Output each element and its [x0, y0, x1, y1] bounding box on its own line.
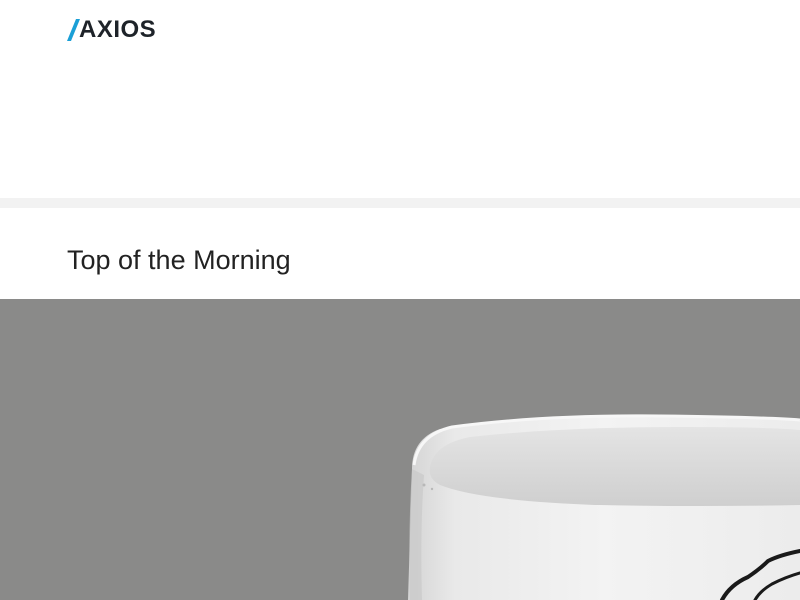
newsletter-page: AXIOS Top of the Morning: [0, 0, 800, 600]
coffee-mug-illustration: [408, 414, 800, 600]
logo-text: AXIOS: [79, 16, 157, 43]
header: AXIOS: [0, 0, 800, 198]
axios-logo[interactable]: AXIOS: [67, 18, 156, 42]
section-divider: [0, 198, 800, 208]
hero-image: [0, 299, 800, 600]
section-title: Top of the Morning: [67, 245, 291, 275]
section-header: Top of the Morning: [0, 208, 800, 299]
